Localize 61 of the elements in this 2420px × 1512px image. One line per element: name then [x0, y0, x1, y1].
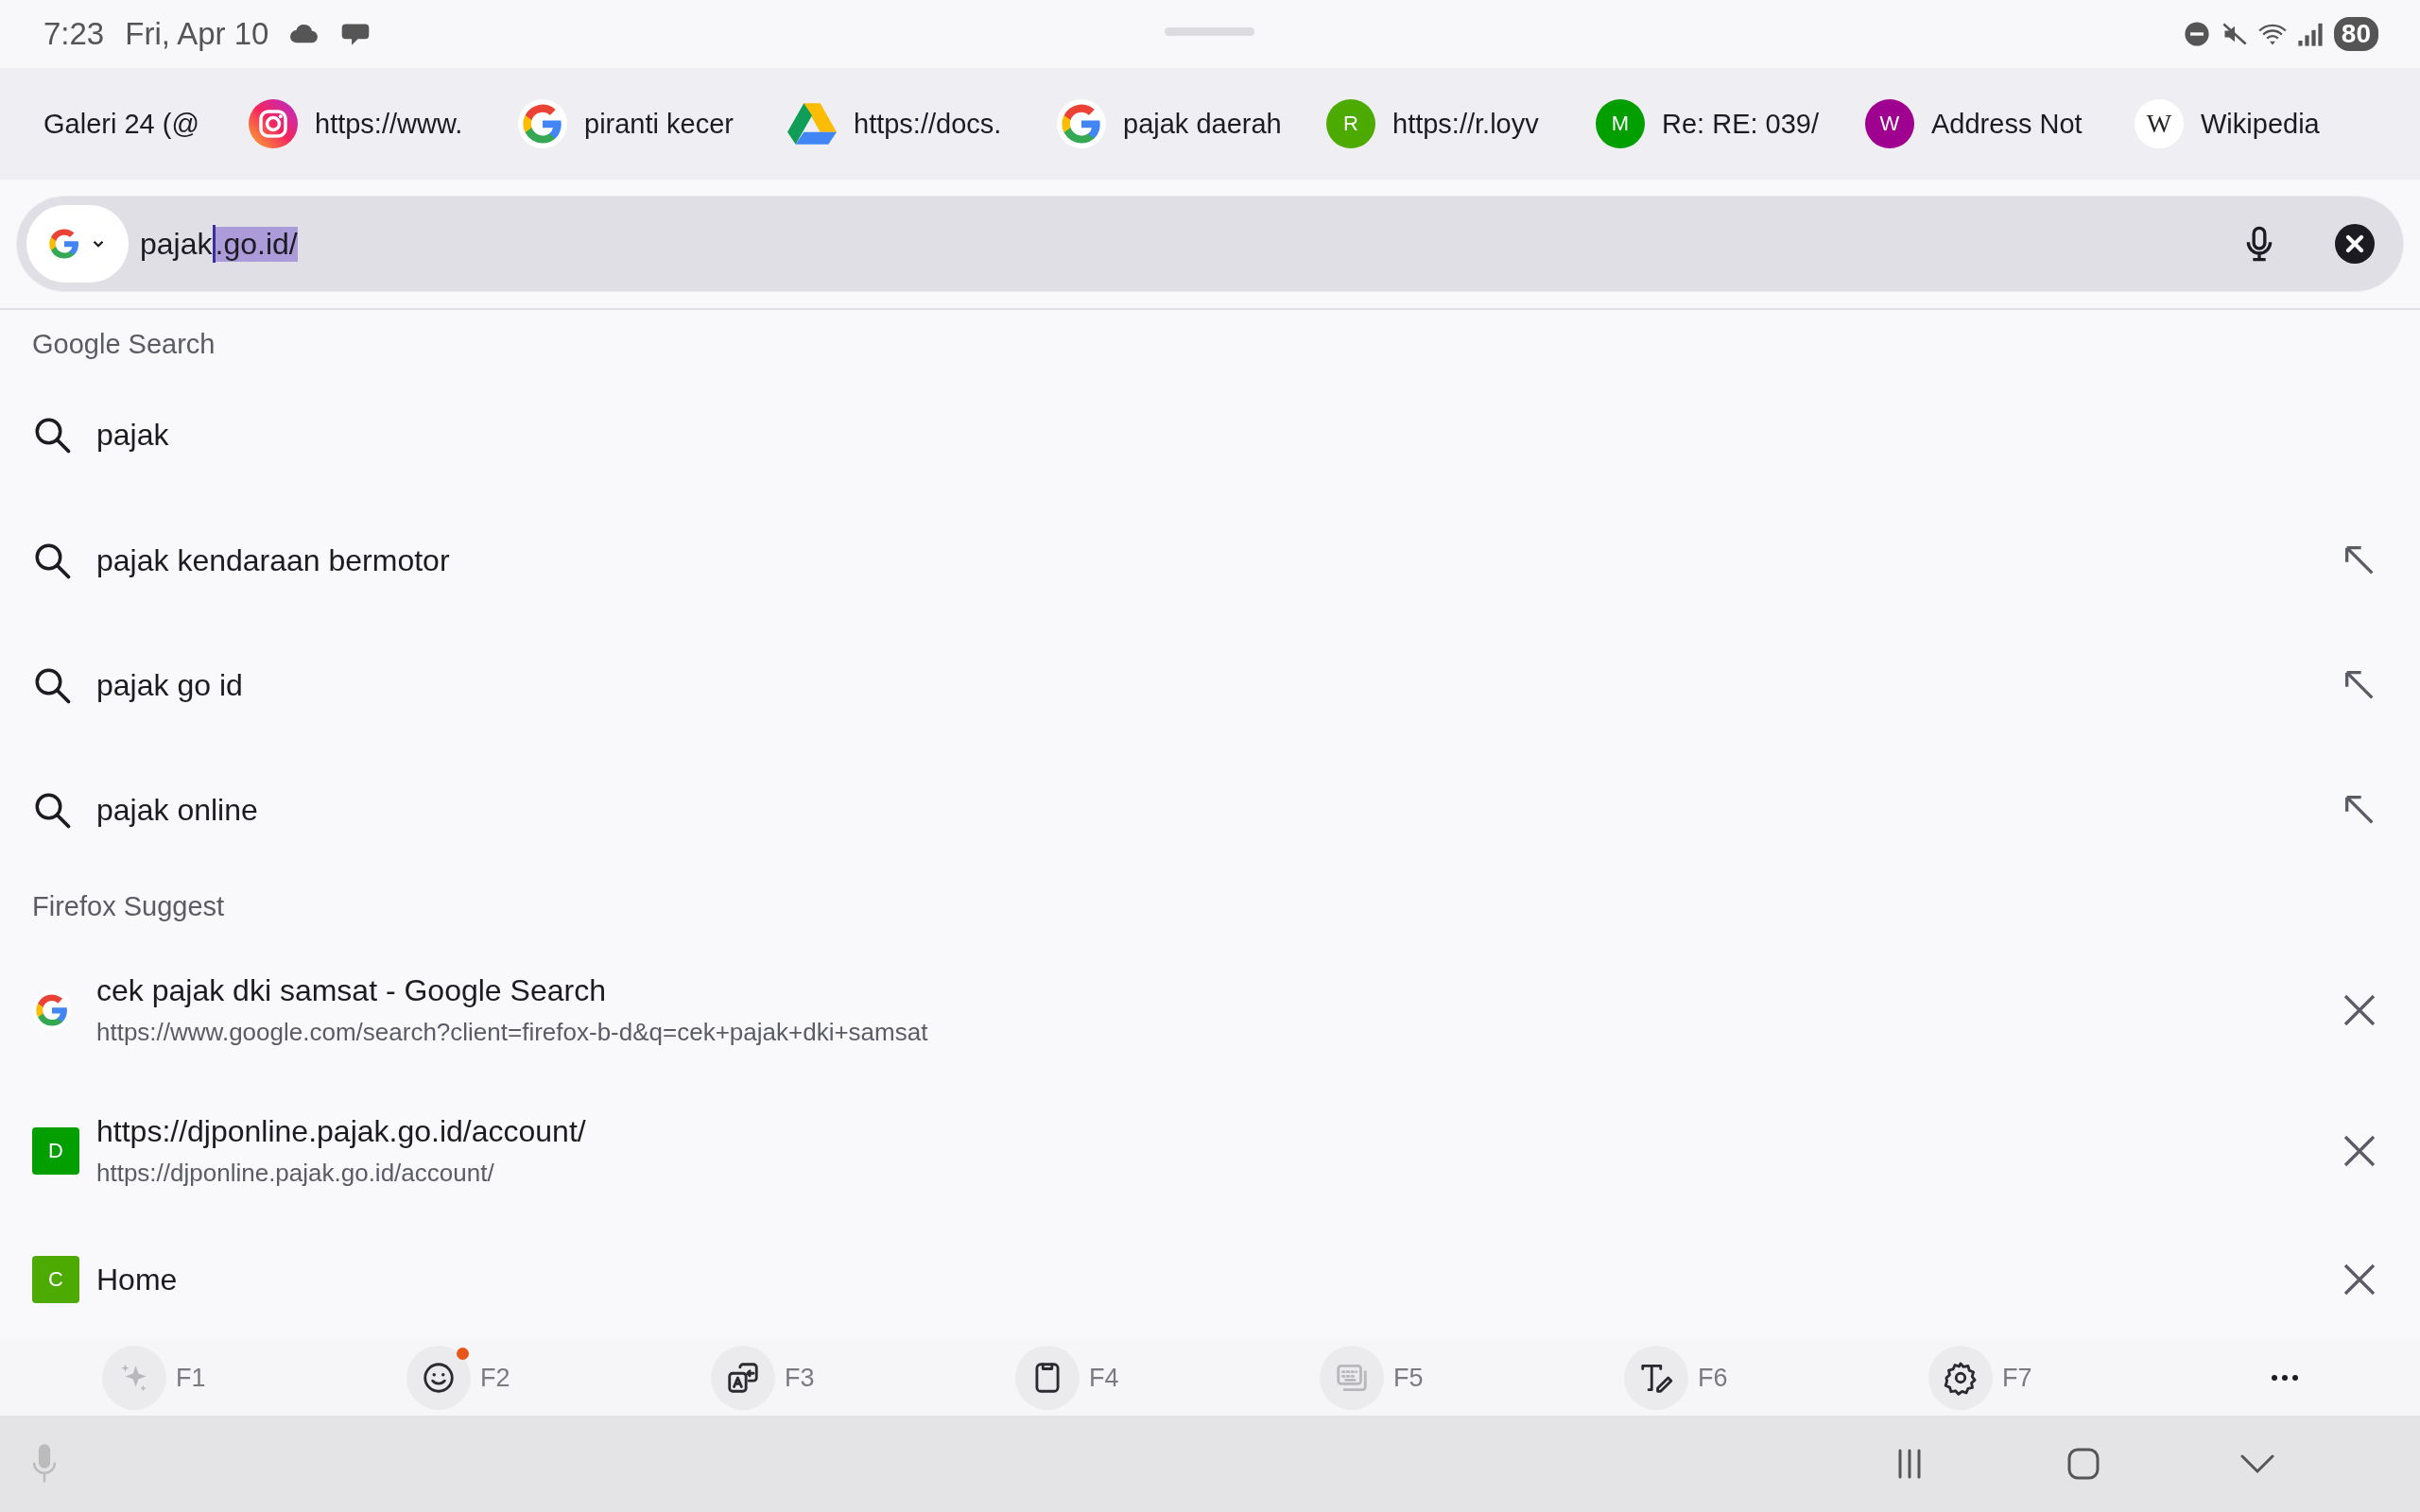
camera-icon [249, 99, 298, 148]
suggestion-url: https://www.google.com/search?client=firefox-b-d&q=cek+pajak+dki+samsat [96, 1018, 928, 1047]
letter-icon: W [1865, 99, 1914, 148]
status-date: Fri, Apr 10 [125, 16, 269, 52]
suggestion-row[interactable]: cek pajak dki samsat - Google Search https://www.google.com/search?client=firefox-b-d&q=cek+pajak+dki+samsat [32, 934, 2388, 1087]
battery-level: 80 [2333, 17, 2378, 51]
suggestion-row[interactable]: D https://djponline.pajak.go.id/account/ https://djponline.pajak.go.id/account/ [32, 1087, 2388, 1215]
search-engine-button[interactable] [26, 205, 129, 283]
smiley-icon [421, 1360, 457, 1396]
suggestion-row[interactable]: pajak go id [32, 623, 2388, 747]
google-icon [518, 99, 567, 148]
suggestion-title: cek pajak dki samsat - Google Search [96, 973, 607, 1008]
tab[interactable]: M Re: RE: 039/ [1596, 99, 1865, 148]
google-icon [1057, 99, 1106, 148]
more-icon[interactable] [2271, 1374, 2299, 1382]
key-label: F5 [1393, 1363, 1424, 1393]
section-header: Firefox Suggest [32, 890, 226, 922]
clear-icon[interactable] [2335, 224, 2375, 264]
suggestion-text: pajak kendaraan bermotor [96, 542, 450, 578]
tab[interactable]: W Wikipedia [2135, 99, 2404, 148]
chat-bubble-icon [340, 22, 372, 46]
suggestion-row[interactable]: pajak online [32, 747, 2388, 872]
settings-icon [1943, 1360, 1979, 1396]
suggestion-text: pajak go id [96, 667, 243, 703]
letter-icon: D [32, 1127, 79, 1175]
letter-icon: M [1596, 99, 1645, 148]
tab[interactable]: piranti kecer [518, 99, 787, 148]
section-header: Google Search [32, 328, 216, 360]
suggestion-title: https://djponline.pajak.go.id/account/ [96, 1114, 586, 1149]
drag-handle[interactable] [1165, 27, 1254, 36]
letter-icon: C [32, 1256, 79, 1303]
tab[interactable]: Galeri 24 (@ [43, 108, 249, 140]
tab[interactable]: R https://r.loyv [1326, 99, 1596, 148]
suggestion-row[interactable]: C Home [32, 1215, 2388, 1340]
key-label: F4 [1089, 1363, 1119, 1393]
suggestion-row[interactable]: pajak kendaraan bermotor [32, 498, 2388, 623]
suggestion-title: Home [96, 1262, 178, 1297]
translate-icon [725, 1360, 761, 1396]
do-not-disturb-icon [2182, 21, 2211, 47]
home-icon[interactable] [2066, 1447, 2100, 1481]
key-label: F3 [785, 1363, 815, 1393]
tab[interactable]: W Address Not [1865, 99, 2135, 148]
chevron-down-icon[interactable] [2240, 1453, 2274, 1474]
signal-icon [2295, 21, 2325, 47]
tab[interactable]: https://docs. [787, 99, 1057, 148]
address-field[interactable]: pajak.go.id/ [17, 197, 2403, 291]
google-icon [48, 228, 80, 260]
letter-icon: R [1326, 99, 1375, 148]
key-label: F7 [2002, 1363, 2032, 1393]
clock-time: 7:23 [43, 16, 105, 52]
suggestion-text: pajak online [96, 792, 258, 828]
key-label: F1 [176, 1363, 206, 1393]
suggestion-row[interactable]: pajak [32, 371, 2388, 498]
suggestion-url: https://djponline.pajak.go.id/account/ [96, 1159, 495, 1188]
google-icon [32, 990, 72, 1030]
suggestion-text: pajak [96, 417, 169, 453]
key-label: F2 [480, 1363, 510, 1393]
tab[interactable]: https://www. [249, 99, 518, 148]
tab[interactable]: pajak daerah [1057, 99, 1326, 148]
key-label: F6 [1698, 1363, 1728, 1393]
letter-icon: W [2135, 99, 2184, 148]
